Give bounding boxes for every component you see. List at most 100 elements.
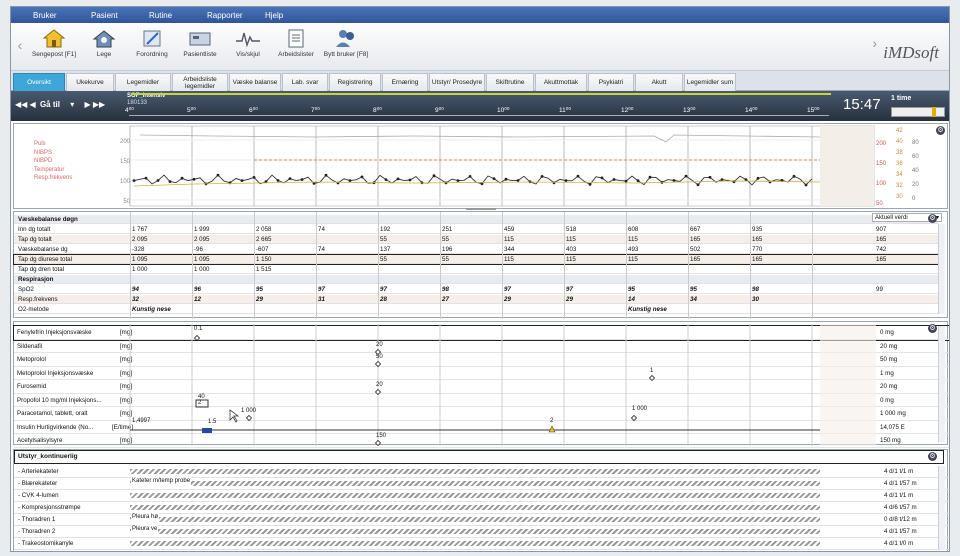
rewind-icon[interactable]: ◀◀: [15, 100, 27, 109]
equipment-row[interactable]: - CVK 4-lumen 4 d/1 t/1 m: [14, 490, 949, 502]
cell: 55: [442, 236, 449, 243]
fluid-scrollbar[interactable]: [938, 224, 945, 314]
timeline-nav: ◀◀ ◀ Gå til ▾ ▶ ▶▶: [15, 100, 105, 109]
pulse-point: [360, 175, 364, 179]
hour-label: 8⁰⁰: [373, 107, 382, 114]
fluid-row: SpO2 94 96 95 97 97 98 97 97 95 95 98 99: [14, 285, 939, 294]
pulse-point: [468, 175, 472, 178]
menu-rapporter[interactable]: Rapporter: [207, 11, 265, 20]
medication-settings-icon[interactable]: ⚙: [928, 324, 937, 333]
equipment-settings-icon[interactable]: ⚙: [928, 452, 937, 461]
menu-bruker[interactable]: Bruker: [33, 11, 91, 20]
tab-3[interactable]: Arbeidsliste legemidler: [172, 73, 228, 91]
pulse-point: [600, 176, 604, 180]
dose-marker-icon[interactable]: [193, 334, 201, 342]
cell: 344: [504, 246, 515, 253]
fluid-settings-icon[interactable]: ⚙: [928, 214, 937, 223]
pulse-point: [144, 176, 148, 180]
equipment-scrollbar[interactable]: [938, 466, 945, 550]
insulin-marker-icon[interactable]: [548, 425, 556, 433]
tick-label: 20: [912, 182, 919, 188]
step-forward-icon[interactable]: ▶: [84, 100, 90, 109]
cell: 28: [380, 296, 387, 303]
menu-rutine[interactable]: Rutine: [149, 11, 207, 20]
equipment-row[interactable]: - Thoradren 2 Pleura ve 4 d/1 t/57 m: [14, 524, 949, 538]
tab-5[interactable]: Lab. svar: [282, 73, 328, 91]
tab-6[interactable]: Registrering: [329, 73, 381, 91]
tab-0[interactable]: Oversikt: [13, 73, 65, 91]
pulse-point: [396, 177, 400, 181]
tab-9[interactable]: Skiftrutine: [486, 73, 534, 91]
dose-marker-icon[interactable]: [648, 374, 656, 382]
vitals-settings-icon[interactable]: ⚙: [936, 126, 945, 135]
pulse-point: [564, 179, 568, 182]
cell: 251: [442, 226, 453, 233]
forward-arrow-icon[interactable]: ›: [872, 35, 877, 51]
cell: 1 150: [256, 256, 272, 263]
pulse-point: [612, 178, 616, 181]
zoom-slider[interactable]: [891, 107, 945, 117]
cell: Kunstig nese: [628, 306, 667, 313]
goto-dropdown-icon[interactable]: ▾: [70, 100, 74, 109]
cell: 137: [380, 246, 391, 253]
zoom-select[interactable]: 1 time: [891, 95, 911, 102]
vitals-right-axis-3: 80 60 40 20 0: [912, 136, 919, 206]
medication-scrollbar[interactable]: [938, 326, 945, 442]
splitter-handle[interactable]: [466, 208, 496, 210]
dose-marker-icon[interactable]: [374, 439, 382, 446]
cell: 97: [318, 286, 325, 293]
hour-label: 10⁰⁰: [497, 107, 510, 114]
dose-marker-icon[interactable]: [374, 388, 382, 396]
equipment-row[interactable]: - Trakeostomikanyle 4 d/1 t/0 m: [14, 538, 949, 550]
tab-10[interactable]: Akuttmottak: [535, 73, 587, 91]
dose-marker-icon[interactable]: [630, 414, 638, 422]
future-shade: [820, 126, 874, 206]
pulse-point: [180, 176, 184, 180]
cell: 2 058: [256, 226, 272, 233]
cell: 1 000: [194, 266, 210, 273]
cell: 55: [380, 236, 387, 243]
menu-pasient[interactable]: Pasient: [91, 11, 149, 20]
bytt-bruker-button[interactable]: Bytt bruker [F8]: [315, 27, 377, 58]
equipment-name: - Kompresjonsstrømpe: [18, 504, 81, 511]
dose-marker-icon[interactable]: [245, 414, 253, 422]
medication-panel: Fenylefrin Injeksjonsvæske [mg] 0 mg Silden…: [13, 321, 949, 448]
tab-1[interactable]: Ukekurve: [66, 73, 114, 91]
cell: 1 999: [194, 226, 210, 233]
tab-7[interactable]: Ernæring: [382, 73, 428, 91]
goto-button[interactable]: Gå til: [40, 100, 60, 109]
menu-hjelp[interactable]: Hjelp: [265, 11, 323, 20]
equipment-row[interactable]: - Blærekateter Kateter m/temp probe 4 d/1 …: [14, 476, 949, 490]
tab-11[interactable]: Psykiatri: [588, 73, 634, 91]
dose-label: 2: [198, 400, 202, 406]
cell: 518: [566, 226, 577, 233]
dose-label: 20: [376, 382, 383, 388]
tick-label: 40: [896, 139, 903, 145]
dose-marker-icon[interactable]: [374, 360, 382, 368]
vitals-panel: Puls NIBPS NIBPD Temperatur Resp.frekvens 20…: [13, 123, 948, 210]
fluid-balance-panel: Væskebalanse døgn Inn dg totalt 1 767 1 999…: [13, 211, 948, 319]
pulse-point: [300, 178, 304, 181]
cell: 608: [628, 226, 639, 233]
tick-label: 0: [912, 196, 916, 202]
step-back-icon[interactable]: ◀: [30, 100, 36, 109]
cell: 97: [504, 286, 511, 293]
pulse-point: [624, 179, 628, 183]
tab-13[interactable]: Legemidler sum: [684, 73, 736, 91]
fluid-row: Væskebalanse dg -328 -96 -607 74 137 196 344 403…: [14, 245, 939, 254]
dose-label: 150: [376, 433, 387, 439]
cell: 1 000: [132, 266, 148, 273]
tab-4[interactable]: Væske balanse: [229, 73, 281, 91]
fast-forward-icon[interactable]: ▶▶: [93, 100, 105, 109]
tab-12[interactable]: Akutt: [635, 73, 683, 91]
pulse-point: [708, 175, 712, 179]
equipment-duration: 4 d/1 t/1 m: [884, 492, 914, 499]
pulse-point: [324, 173, 328, 177]
tab-2[interactable]: Legemidler: [115, 73, 171, 91]
pulse-point: [384, 178, 388, 181]
equipment-name: - Thoradren 1: [18, 516, 56, 523]
equipment-duration: 0 d/8 t/12 m: [884, 516, 917, 523]
cell: 502: [690, 246, 701, 253]
hour-label: 14⁰⁰: [745, 107, 758, 114]
tab-8[interactable]: Utstyr/ Prosedyre: [429, 73, 485, 91]
